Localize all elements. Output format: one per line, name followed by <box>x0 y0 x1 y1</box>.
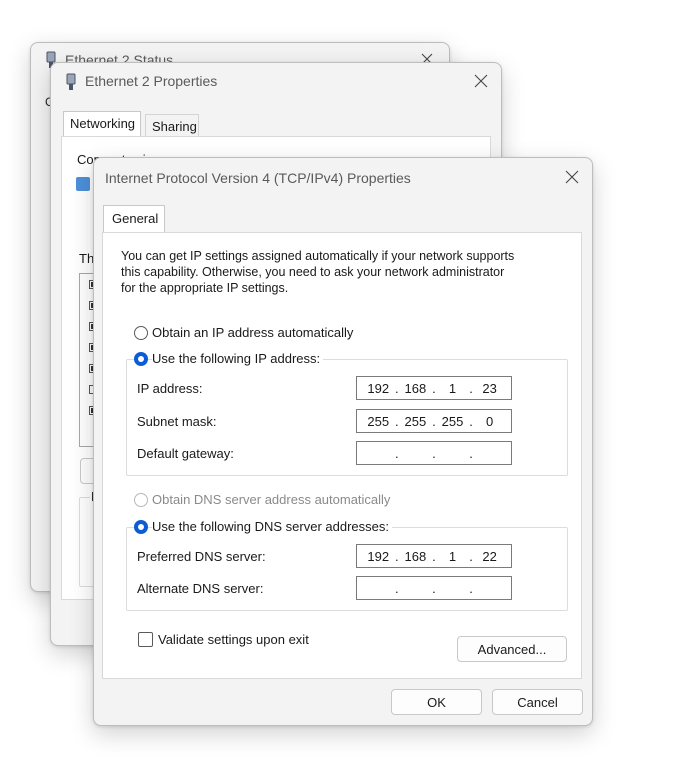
ok-button[interactable]: OK <box>391 689 482 715</box>
alternate-dns-label: Alternate DNS server: <box>137 581 264 596</box>
network-adapter-icon <box>66 73 76 90</box>
description-line-3: for the appropriate IP settings. <box>121 281 289 295</box>
description-line-2: this capability. Otherwise, you need to … <box>121 265 505 279</box>
close-icon <box>565 170 579 184</box>
adapter-icon <box>76 177 90 191</box>
general-panel: You can get IP settings assigned automat… <box>102 232 582 679</box>
use-following-ip-label[interactable]: Use the following IP address: <box>152 351 324 366</box>
tab-networking[interactable]: Networking <box>63 111 141 138</box>
obtain-dns-auto-label[interactable]: Obtain DNS server address automatically <box>152 492 390 507</box>
properties-close-button[interactable] <box>467 69 495 93</box>
subnet-mask-label: Subnet mask: <box>137 414 217 429</box>
description-line-1: You can get IP settings assigned automat… <box>121 249 515 263</box>
ip-address-label: IP address: <box>137 381 203 396</box>
ipv4-dialog-title: Internet Protocol Version 4 (TCP/IPv4) P… <box>105 170 411 186</box>
ipv4-properties-dialog: Internet Protocol Version 4 (TCP/IPv4) P… <box>93 157 593 726</box>
cancel-button[interactable]: Cancel <box>492 689 583 715</box>
tab-general[interactable]: General <box>103 205 165 233</box>
obtain-dns-auto-radio[interactable] <box>134 493 148 507</box>
advanced-button[interactable]: Advanced... <box>457 636 567 662</box>
use-following-dns-radio[interactable] <box>134 520 148 534</box>
subnet-mask-field[interactable]: 255. 255. 255. 0 <box>356 409 512 433</box>
ip-address-field[interactable]: 192. 168. 1. 23 <box>356 376 512 400</box>
default-gateway-field[interactable]: . . . <box>356 441 512 465</box>
validate-settings-checkbox[interactable] <box>138 632 153 647</box>
use-following-dns-label[interactable]: Use the following DNS server addresses: <box>152 519 392 534</box>
default-gateway-label: Default gateway: <box>137 446 234 461</box>
preferred-dns-label: Preferred DNS server: <box>137 549 266 564</box>
ipv4-close-button[interactable] <box>558 165 586 189</box>
preferred-dns-field[interactable]: 192. 168. 1. 22 <box>356 544 512 568</box>
properties-window-title: Ethernet 2 Properties <box>85 73 218 89</box>
validate-settings-label[interactable]: Validate settings upon exit <box>158 632 309 647</box>
tab-sharing[interactable]: Sharing <box>145 114 199 138</box>
properties-titlebar: Ethernet 2 Properties <box>51 63 501 99</box>
use-following-ip-radio[interactable] <box>134 352 148 366</box>
obtain-ip-auto-label[interactable]: Obtain an IP address automatically <box>152 325 353 340</box>
ipv4-titlebar: Internet Protocol Version 4 (TCP/IPv4) P… <box>94 158 592 194</box>
obtain-ip-auto-radio[interactable] <box>134 326 148 340</box>
alternate-dns-field[interactable]: . . . <box>356 576 512 600</box>
close-icon <box>474 74 488 88</box>
